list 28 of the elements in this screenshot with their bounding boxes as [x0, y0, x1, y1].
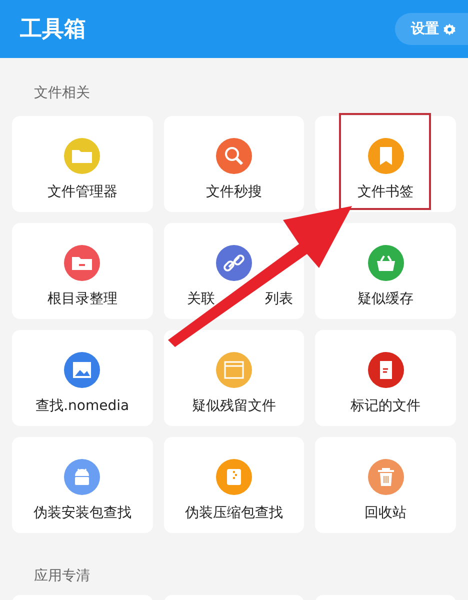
tool-tile[interactable]: 回收站 [315, 437, 456, 533]
tile-label: 疑似残留文件 [192, 397, 276, 415]
tool-tile[interactable]: 文件管理器 [12, 116, 153, 212]
tile-label: 根目录整理 [47, 290, 118, 308]
tile-label: 文件书签 [358, 183, 414, 201]
tool-tile[interactable]: 文件秒搜 [164, 116, 304, 212]
section-title: 文件相关 [33, 84, 91, 103]
tile-label: 伪装安装包查找 [33, 504, 132, 522]
section-title: 应用专清 [33, 567, 91, 586]
tool-tile[interactable]: 文件书签 [315, 116, 456, 212]
tile-label: 伪装压缩包查找 [184, 504, 283, 522]
tool-tile[interactable]: 伪装安装包查找 [12, 437, 153, 533]
tool-tile[interactable]: 根目录整理 [12, 223, 153, 319]
tile-label: 列表 [264, 290, 293, 308]
app-title: 工具箱 [20, 16, 86, 44]
tool-tile[interactable]: 查找.nomedia [12, 330, 153, 426]
tool-tile[interactable]: 标记的文件 [315, 330, 456, 426]
tile-label: 文件管理器 [47, 183, 118, 201]
tile-label: 查找.nomedia [36, 397, 130, 415]
tile-label: 文件秒搜 [206, 183, 262, 201]
tool-tile[interactable]: 疑似缓存 [315, 223, 456, 319]
tile-label: 关联 [186, 290, 215, 308]
tile-label: 回收站 [364, 504, 407, 522]
tool-tile[interactable]: 伪装压缩包查找 [164, 437, 304, 533]
tile-label: 疑似缓存 [358, 290, 414, 308]
tile-label: 标记的文件 [350, 397, 421, 415]
tool-tile[interactable]: 疑似残留文件 [164, 330, 304, 426]
settings-icon [443, 22, 456, 36]
